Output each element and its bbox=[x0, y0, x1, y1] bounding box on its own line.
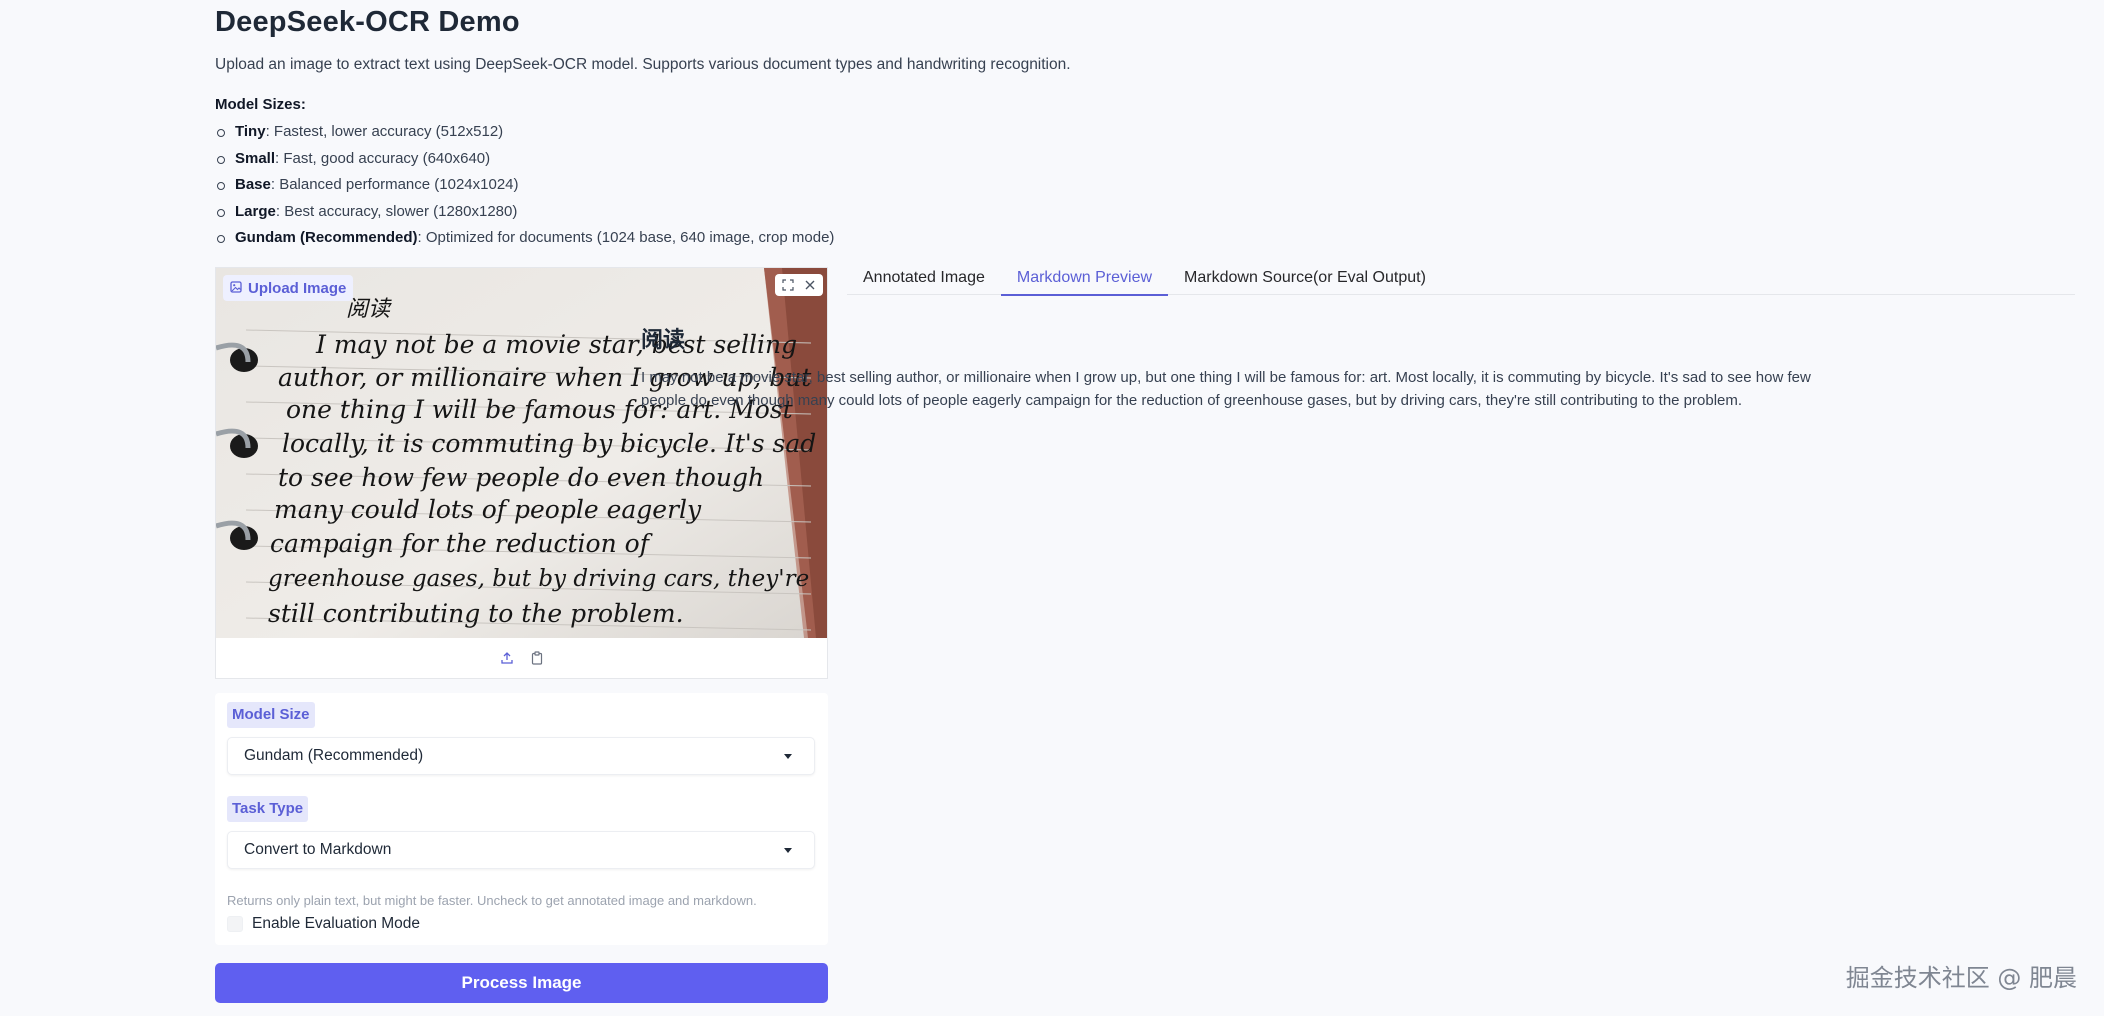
clipboard-icon[interactable] bbox=[528, 649, 546, 667]
list-item: Base: Balanced performance (1024x1024) bbox=[216, 172, 834, 199]
list-item: Small: Fast, good accuracy (640x640) bbox=[216, 146, 834, 173]
eval-mode-row[interactable]: Enable Evaluation Mode bbox=[227, 915, 420, 933]
eval-mode-checkbox[interactable] bbox=[227, 916, 243, 932]
page-description: Upload an image to extract text using De… bbox=[215, 56, 1071, 73]
handwriting-line: still contributing to the problem. bbox=[268, 599, 684, 628]
markdown-title: 阅读 bbox=[641, 327, 686, 352]
handwriting-line: 阅读 bbox=[346, 297, 392, 322]
handwriting-line: I may not be a movie star, best selling bbox=[315, 330, 797, 359]
uploaded-image: 阅读 I may not be a movie star, best selli… bbox=[216, 268, 827, 638]
model-sizes-list: Tiny: Fastest, lower accuracy (512x512) … bbox=[215, 119, 834, 252]
tab-markdown-source[interactable]: Markdown Source(or Eval Output) bbox=[1168, 263, 1442, 294]
image-upload-panel[interactable]: 阅读 I may not be a movie star, best selli… bbox=[215, 267, 828, 679]
image-controls bbox=[775, 274, 823, 296]
tab-markdown-preview[interactable]: Markdown Preview bbox=[1000, 263, 1169, 296]
handwriting-line: locally, it is commuting by bicycle. It'… bbox=[282, 429, 816, 458]
task-type-select[interactable]: Convert to Markdown bbox=[227, 831, 815, 869]
chevron-down-icon bbox=[784, 848, 792, 853]
handwriting-line: many could lots of people eagerly bbox=[274, 495, 702, 524]
upload-icon[interactable] bbox=[498, 649, 516, 667]
page-title: DeepSeek-OCR Demo bbox=[215, 6, 520, 38]
list-item: Large: Best accuracy, slower (1280x1280) bbox=[216, 199, 834, 226]
chevron-down-icon bbox=[784, 754, 792, 759]
task-type-label: Task Type bbox=[227, 796, 309, 822]
process-image-button[interactable]: Process Image bbox=[215, 963, 828, 1003]
eval-mode-label: Enable Evaluation Mode bbox=[252, 915, 421, 932]
model-sizes-heading: Model Sizes: bbox=[215, 96, 306, 113]
list-item: Gundam (Recommended): Optimized for docu… bbox=[216, 225, 834, 252]
list-item: Tiny: Fastest, lower accuracy (512x512) bbox=[216, 119, 834, 146]
markdown-body: I may not be a movie star, best selling … bbox=[641, 369, 1811, 409]
upload-image-label: Upload Image bbox=[223, 275, 354, 301]
image-icon bbox=[230, 280, 242, 297]
model-size-select[interactable]: Gundam (Recommended) bbox=[227, 737, 815, 775]
tab-annotated-image[interactable]: Annotated Image bbox=[847, 263, 1001, 294]
handwriting-line: campaign for the reduction of bbox=[270, 529, 653, 558]
output-tabs: Annotated Image Markdown Preview Markdow… bbox=[847, 263, 2075, 296]
image-footer bbox=[216, 638, 827, 678]
handwriting-line: to see how few people do even though bbox=[278, 463, 764, 492]
watermark: 掘金技术社区 @ 肥晨 bbox=[1845, 964, 2077, 992]
fullscreen-icon[interactable] bbox=[779, 276, 797, 294]
eval-mode-info: Returns only plain text, but might be fa… bbox=[227, 893, 757, 908]
close-icon[interactable] bbox=[801, 276, 819, 294]
handwriting-line: greenhouse gases, but by driving cars, t… bbox=[268, 566, 809, 592]
model-size-label: Model Size bbox=[227, 702, 315, 728]
settings-card: Model Size Gundam (Recommended) Task Typ… bbox=[215, 693, 828, 945]
